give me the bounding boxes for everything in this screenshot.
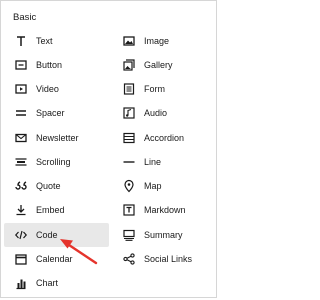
block-item-code[interactable]: Code	[4, 223, 109, 247]
block-item-line[interactable]: Line	[112, 150, 208, 174]
block-item-embed[interactable]: Embed	[4, 198, 100, 222]
block-item-label: Line	[144, 157, 162, 167]
block-item-label: Accordion	[144, 133, 185, 143]
block-item-label: Summary	[144, 230, 183, 240]
block-item-label: Audio	[144, 108, 168, 118]
block-item-label: Form	[144, 84, 165, 94]
block-item-map[interactable]: Map	[112, 174, 208, 198]
newsletter-icon	[14, 131, 28, 145]
block-item-newsletter[interactable]: Newsletter	[4, 126, 100, 150]
section-title: Basic	[13, 12, 37, 23]
summary-icon	[122, 228, 136, 242]
block-item-markdown[interactable]: Markdown	[112, 198, 208, 222]
scrolling-icon	[14, 155, 28, 169]
block-item-accordion[interactable]: Accordion	[112, 126, 208, 150]
block-item-image[interactable]: Image	[112, 29, 208, 53]
block-item-label: Spacer	[36, 108, 65, 118]
block-item-spacer[interactable]: Spacer	[4, 101, 100, 125]
block-item-label: Markdown	[144, 205, 186, 215]
block-item-quote[interactable]: Quote	[4, 174, 100, 198]
image-icon	[122, 34, 136, 48]
markdown-icon	[122, 203, 136, 217]
audio-icon	[122, 106, 136, 120]
spacer-icon	[14, 106, 28, 120]
block-item-label: Newsletter	[36, 133, 79, 143]
block-item-label: Map	[144, 181, 162, 191]
calendar-icon	[14, 252, 28, 266]
text-icon	[14, 34, 28, 48]
block-item-label: Image	[144, 36, 170, 46]
block-item-form[interactable]: Form	[112, 77, 208, 101]
block-item-gallery[interactable]: Gallery	[112, 53, 208, 77]
form-icon	[122, 82, 136, 96]
social-links-icon	[122, 252, 136, 266]
block-item-button[interactable]: Button	[4, 53, 100, 77]
chart-icon	[14, 276, 28, 290]
block-item-text[interactable]: Text	[4, 29, 100, 53]
block-item-calendar[interactable]: Calendar	[4, 247, 100, 271]
block-item-label: Button	[36, 60, 63, 70]
block-item-label: Chart	[36, 278, 59, 288]
block-item-label: Gallery	[144, 60, 173, 70]
block-item-label: Video	[36, 84, 59, 94]
code-icon	[14, 228, 28, 242]
block-item-video[interactable]: Video	[4, 77, 100, 101]
embed-icon	[14, 203, 28, 217]
block-item-label: Scrolling	[36, 157, 71, 167]
block-item-label: Social Links	[144, 254, 193, 264]
block-item-label: Text	[36, 36, 53, 46]
block-item-scrolling[interactable]: Scrolling	[4, 150, 100, 174]
map-icon	[122, 179, 136, 193]
block-item-label: Quote	[36, 181, 61, 191]
video-icon	[14, 82, 28, 96]
block-item-summary[interactable]: Summary	[112, 223, 208, 247]
accordion-icon	[122, 131, 136, 145]
line-icon	[122, 155, 136, 169]
block-item-chart[interactable]: Chart	[4, 271, 100, 295]
block-item-audio[interactable]: Audio	[112, 101, 208, 125]
quote-icon	[14, 179, 28, 193]
button-icon	[14, 58, 28, 72]
block-item-social-links[interactable]: Social Links	[112, 247, 208, 271]
block-item-label: Calendar	[36, 254, 73, 264]
block-item-label: Embed	[36, 205, 65, 215]
gallery-icon	[122, 58, 136, 72]
block-item-label: Code	[36, 230, 58, 240]
